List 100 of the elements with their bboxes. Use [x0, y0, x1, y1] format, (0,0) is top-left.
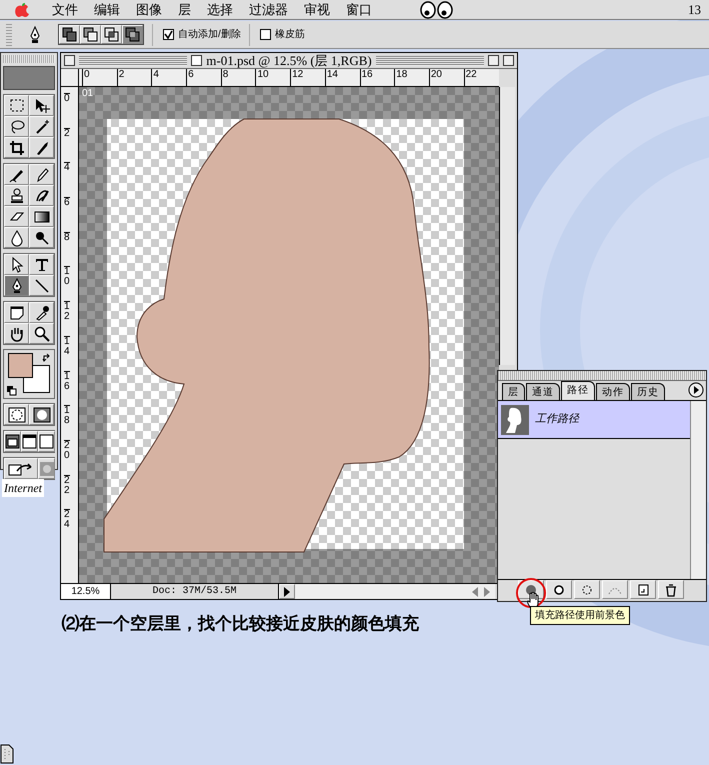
menu-item[interactable]: 文件 — [44, 0, 86, 20]
tool-button[interactable] — [4, 302, 29, 323]
marquee-icon — [8, 96, 26, 114]
path-thumbnail-icon — [501, 404, 529, 434]
ruler-label: 20 — [64, 440, 70, 475]
shape-mode-button[interactable] — [101, 25, 122, 44]
stroke-path-icon — [552, 582, 566, 596]
ruler-label: 6 — [64, 197, 70, 232]
screen-mode-button[interactable] — [4, 431, 21, 452]
apple-menu-icon[interactable] — [14, 2, 30, 18]
tool-button[interactable] — [4, 164, 29, 185]
collapse-box[interactable] — [503, 55, 514, 66]
tool-button[interactable] — [29, 206, 54, 227]
swap-icon[interactable] — [42, 353, 52, 363]
tool-button[interactable] — [29, 116, 54, 137]
trash-icon — [664, 582, 678, 596]
screen-mode-button[interactable] — [38, 431, 55, 452]
tool-button[interactable] — [4, 323, 29, 344]
panel-menu-icon[interactable] — [688, 382, 704, 398]
caption: ⑵在一个空层里，找个比较接近皮肤的颜色填充 — [62, 613, 419, 635]
tool-button[interactable] — [29, 275, 54, 296]
menu-item[interactable]: 窗口 — [338, 0, 380, 20]
horizontal-scrollbar[interactable] — [295, 584, 495, 599]
ruler-origin[interactable] — [61, 69, 79, 87]
tool-button[interactable] — [4, 116, 29, 137]
drag-bar[interactable] — [498, 371, 706, 381]
new-path-button[interactable] — [630, 580, 656, 599]
menu-item[interactable]: 选择 — [199, 0, 241, 20]
ruler-label: 10 — [64, 266, 70, 302]
close-box[interactable] — [64, 55, 75, 66]
tool-button[interactable] — [4, 227, 29, 248]
standard-mode-button[interactable] — [4, 404, 29, 425]
ruler-label: 2 — [64, 128, 70, 162]
panel-tab[interactable]: 动作 — [596, 383, 630, 400]
zoom-box[interactable] — [488, 55, 500, 66]
tooltip: 填充路径使用前景色 — [530, 606, 630, 625]
menu-item[interactable]: 审视 — [296, 0, 338, 20]
panel-tab[interactable]: 历史 — [631, 383, 665, 400]
panel-scrollbar[interactable] — [690, 401, 706, 579]
tool-button[interactable] — [4, 254, 29, 275]
tool-button[interactable] — [29, 164, 54, 185]
tool-button[interactable] — [29, 95, 54, 116]
menu-item[interactable]: 层 — [170, 0, 199, 20]
tool-button[interactable] — [4, 185, 29, 206]
load-selection-button[interactable] — [574, 580, 600, 599]
menu-item[interactable]: 图像 — [128, 0, 170, 20]
ruler-label: 16 — [64, 370, 70, 406]
ruler-label: 22 — [64, 474, 70, 510]
scroll-left-icon[interactable] — [471, 586, 479, 596]
texture-button[interactable] — [38, 458, 55, 479]
vertical-scrollbar[interactable] — [499, 87, 515, 365]
triangle-icon — [283, 586, 291, 596]
trash-button[interactable] — [658, 580, 684, 599]
tool-button[interactable] — [29, 302, 54, 323]
checkbox[interactable] — [163, 29, 174, 40]
shape-mode-button[interactable] — [122, 25, 143, 44]
tool-button[interactable] — [4, 206, 29, 227]
ruler-label: 12 — [64, 301, 70, 336]
tool-button[interactable] — [29, 185, 54, 206]
stroke-path-button[interactable] — [546, 580, 572, 599]
scroll-right-icon[interactable] — [483, 586, 491, 596]
ruler-label: 4 — [64, 162, 70, 198]
ruler-label: 14 — [64, 336, 70, 370]
menu-clock: 13 — [688, 0, 701, 19]
tool-button[interactable] — [4, 95, 29, 116]
ruler-label: 24 — [64, 509, 70, 544]
shape-mode-button[interactable] — [59, 25, 80, 44]
photo-placeholder — [3, 66, 55, 90]
tool-button[interactable] — [29, 227, 54, 248]
tool-button[interactable] — [29, 254, 54, 275]
checkbox-label: 橡皮筋 — [274, 28, 305, 42]
jump-to-button[interactable] — [4, 458, 38, 479]
menu-item[interactable]: 过滤器 — [241, 0, 296, 20]
path-item[interactable]: 工作路径 — [498, 401, 690, 439]
zoom-icon — [32, 324, 50, 342]
panel-tab[interactable]: 通道 — [526, 383, 560, 400]
screen-mode-button[interactable] — [21, 431, 38, 452]
checkbox-label: 自动添加/删除 — [178, 28, 241, 42]
panel-tab[interactable]: 层 — [502, 383, 525, 400]
quick-mask-button[interactable] — [29, 404, 54, 425]
panel-tab[interactable]: 路径 — [561, 381, 595, 400]
tool-button[interactable] — [4, 137, 29, 158]
new-path-icon — [636, 582, 650, 596]
ruler-label: 8 — [64, 232, 70, 266]
document-icon — [191, 55, 202, 66]
zoom-field[interactable]: 12.5% — [61, 584, 111, 599]
tool-button[interactable] — [4, 275, 29, 296]
note-icon — [8, 304, 26, 322]
checkbox[interactable] — [260, 29, 271, 40]
tool-button[interactable] — [29, 137, 54, 158]
tool-button[interactable] — [29, 323, 54, 344]
crop-icon — [8, 138, 26, 156]
desktop-icon-label[interactable]: Internet — [2, 479, 44, 497]
ruler-label: 18 — [64, 405, 70, 440]
menu-item[interactable]: 编辑 — [86, 0, 128, 20]
shape-mode-button[interactable] — [80, 25, 101, 44]
default-colors-icon[interactable] — [7, 386, 17, 396]
info-menu-button[interactable] — [279, 584, 295, 599]
load-selection-icon — [580, 582, 594, 596]
pen-icon[interactable] — [28, 24, 42, 44]
